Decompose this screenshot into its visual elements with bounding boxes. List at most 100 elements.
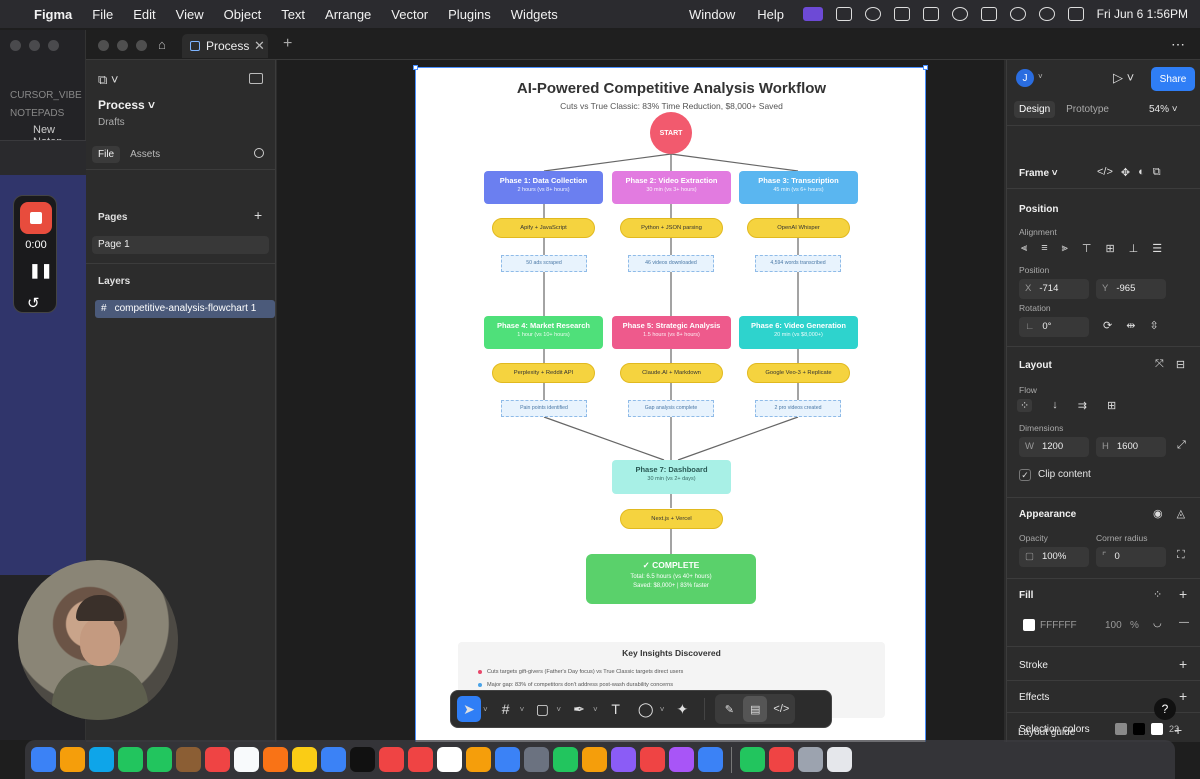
boolean-icon[interactable]: ⧉ bbox=[1153, 166, 1161, 179]
comment-tool-icon[interactable]: ◯ bbox=[634, 696, 658, 722]
menu-arrange[interactable]: Arrange bbox=[325, 7, 371, 22]
fill-opacity[interactable]: 100 bbox=[1105, 620, 1122, 631]
dock-app-icon[interactable] bbox=[292, 747, 317, 772]
y-position-field[interactable]: Y -965 bbox=[1096, 279, 1166, 299]
dock-app-icon[interactable] bbox=[89, 747, 114, 772]
menu-view[interactable]: View bbox=[176, 7, 204, 22]
selection-color-swatch[interactable] bbox=[1115, 723, 1127, 735]
toggle-sidebar-icon[interactable] bbox=[249, 73, 263, 84]
play-status-icon[interactable] bbox=[951, 7, 968, 21]
move-tool-icon[interactable]: ➤ bbox=[457, 696, 481, 722]
menubar-clock[interactable]: Fri Jun 6 1:56PM bbox=[1097, 7, 1188, 21]
dock-app-icon[interactable] bbox=[263, 747, 288, 772]
dock-app-icon[interactable] bbox=[205, 747, 230, 772]
mask-icon[interactable]: ◐ bbox=[1138, 166, 1145, 179]
auto-layout-icon[interactable]: ⊟ bbox=[1176, 358, 1185, 371]
fill-hex[interactable]: FFFFFF bbox=[1040, 620, 1077, 631]
dock-app-icon[interactable] bbox=[234, 747, 259, 772]
tab-file[interactable]: File bbox=[92, 146, 121, 163]
dock-app-icon[interactable] bbox=[437, 747, 462, 772]
align-center-icon[interactable]: ≡ bbox=[1041, 242, 1047, 255]
dock-app-icon[interactable] bbox=[611, 747, 636, 772]
menu-plugins[interactable]: Plugins bbox=[448, 7, 491, 22]
extension-icon[interactable] bbox=[893, 7, 910, 21]
zoom-window-dot[interactable] bbox=[136, 40, 147, 51]
share-button[interactable]: Share bbox=[1151, 67, 1195, 91]
control-center-icon[interactable] bbox=[1067, 7, 1084, 21]
flow-vertical-icon[interactable]: ↓ bbox=[1052, 399, 1058, 412]
add-stroke-icon[interactable]: + bbox=[1179, 656, 1187, 672]
new-tab-icon[interactable]: + bbox=[283, 35, 292, 53]
menu-vector[interactable]: Vector bbox=[391, 7, 428, 22]
dock-app-icon[interactable] bbox=[408, 747, 433, 772]
battery-icon[interactable] bbox=[980, 7, 997, 21]
dock-app-icon[interactable] bbox=[147, 747, 172, 772]
close-window-dot[interactable] bbox=[98, 40, 109, 51]
fill-swatch[interactable] bbox=[1023, 619, 1035, 631]
chevron-down-icon[interactable]: ˅ bbox=[556, 705, 561, 714]
dock-app-icon[interactable] bbox=[466, 747, 491, 772]
zoom-level[interactable]: 54% ˅ bbox=[1149, 104, 1178, 115]
flowchart-frame[interactable]: AI-Powered Competitive Analysis Workflow… bbox=[413, 65, 928, 742]
brightness-icon[interactable] bbox=[864, 7, 881, 21]
figma-menu-icon[interactable]: ⧉ ˅ bbox=[98, 72, 119, 88]
dock-app-icon[interactable] bbox=[495, 747, 520, 772]
actions-icon[interactable]: ✦ bbox=[670, 696, 694, 722]
dock-app-icon[interactable] bbox=[118, 747, 143, 772]
corner-radius-field[interactable]: ⌜ 0 bbox=[1096, 547, 1166, 567]
dock-app-icon[interactable] bbox=[798, 747, 823, 772]
chevron-down-icon[interactable]: ˅ bbox=[1038, 72, 1043, 81]
tab-prototype[interactable]: Prototype bbox=[1061, 101, 1114, 118]
menu-help[interactable]: Help bbox=[757, 7, 784, 22]
app-menu[interactable]: Figma bbox=[34, 7, 72, 22]
rotate-icon[interactable]: ⟳ bbox=[1103, 319, 1112, 332]
chevron-down-icon[interactable]: ˅ bbox=[593, 705, 598, 714]
flip-horizontal-icon[interactable]: ⇹ bbox=[1126, 319, 1135, 332]
add-page-icon[interactable]: + bbox=[254, 207, 262, 223]
chevron-down-icon[interactable]: ˅ bbox=[520, 705, 525, 714]
draw-mode-icon[interactable]: ✎ bbox=[717, 696, 741, 722]
dock-app-icon[interactable] bbox=[740, 747, 765, 772]
drive-icon[interactable] bbox=[922, 7, 939, 21]
distribute-icon[interactable]: ☰ bbox=[1152, 242, 1162, 255]
rectangle-tool-icon[interactable]: ▢ bbox=[530, 696, 554, 722]
rotation-field[interactable]: ∟ 0° bbox=[1019, 317, 1089, 337]
figma-status-icon[interactable] bbox=[835, 7, 852, 21]
align-top-icon[interactable]: ⊤ bbox=[1082, 242, 1092, 255]
align-left-icon[interactable]: ⫷ bbox=[1021, 242, 1027, 255]
text-tool-icon[interactable]: T bbox=[604, 696, 628, 722]
dock-app-icon[interactable] bbox=[60, 747, 85, 772]
menu-text[interactable]: Text bbox=[281, 7, 305, 22]
fill-visibility-icon[interactable]: ◡ bbox=[1153, 618, 1162, 629]
height-field[interactable]: H 1600 bbox=[1096, 437, 1166, 457]
tab-design[interactable]: Design bbox=[1014, 101, 1056, 118]
dock-app-icon[interactable] bbox=[321, 747, 346, 772]
blend-mode-icon[interactable]: ◬ bbox=[1177, 507, 1185, 520]
wifi-icon[interactable] bbox=[1009, 7, 1026, 21]
flow-horizontal-icon[interactable]: ⇉ bbox=[1078, 399, 1087, 412]
home-icon[interactable]: ⌂ bbox=[158, 37, 166, 52]
dock-app-icon[interactable] bbox=[827, 747, 852, 772]
restart-icon[interactable]: ↺ bbox=[27, 294, 40, 312]
selection-color-swatch[interactable] bbox=[1133, 723, 1145, 735]
close-tab-icon[interactable]: ✕ bbox=[254, 38, 265, 54]
dev-mode-icon[interactable]: </> bbox=[769, 696, 793, 722]
selection-color-swatch[interactable] bbox=[1151, 723, 1163, 735]
dock-app-icon[interactable] bbox=[582, 747, 607, 772]
bg-minimize-dot[interactable] bbox=[29, 40, 40, 51]
dock-app-icon[interactable] bbox=[640, 747, 665, 772]
help-button[interactable]: ? bbox=[1154, 698, 1176, 720]
file-name[interactable]: Process ˅ bbox=[98, 98, 155, 112]
frame-tool-icon[interactable]: # bbox=[494, 696, 518, 722]
align-bottom-icon[interactable]: ⊥ bbox=[1129, 242, 1139, 255]
independent-corners-icon[interactable]: ⛶ bbox=[1177, 549, 1185, 562]
add-layout-guide-icon[interactable]: + bbox=[1174, 722, 1182, 738]
more-options-icon[interactable]: ⋯ bbox=[1171, 36, 1186, 53]
align-middle-icon[interactable]: ⊞ bbox=[1105, 242, 1114, 255]
canvas[interactable]: AI-Powered Competitive Analysis Workflow… bbox=[277, 60, 1004, 742]
add-effect-icon[interactable]: + bbox=[1179, 688, 1187, 704]
design-mode-icon[interactable]: ▤ bbox=[743, 696, 768, 722]
pause-icon[interactable]: ❚❚ bbox=[29, 262, 52, 279]
chevron-down-icon[interactable]: ˅ bbox=[483, 705, 488, 714]
avatar[interactable]: J bbox=[1016, 69, 1034, 87]
